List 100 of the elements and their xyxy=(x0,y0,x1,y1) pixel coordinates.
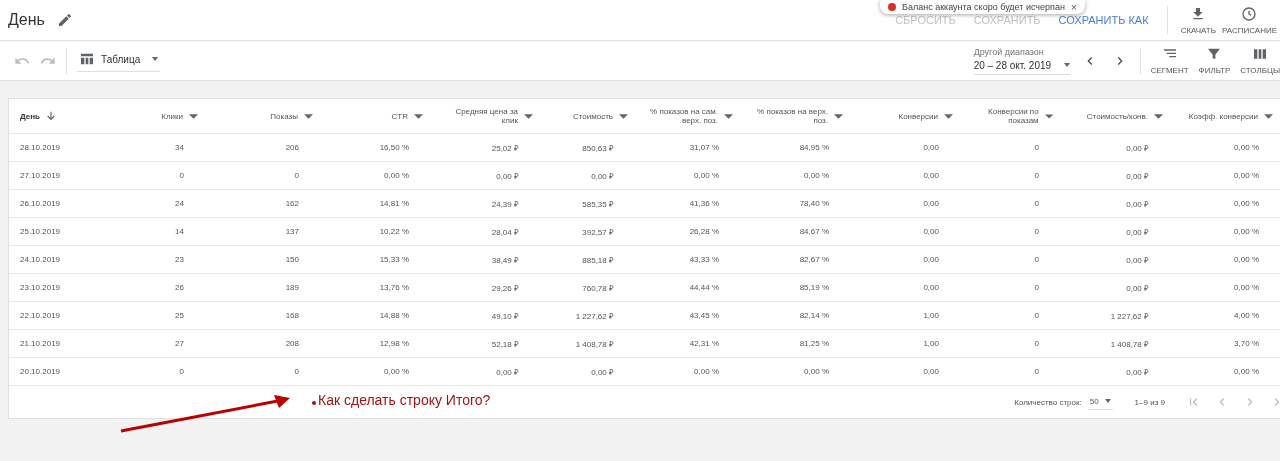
table-cell: 1,00 xyxy=(923,311,939,320)
table-cell-text: 28,04 ₽ xyxy=(491,227,519,237)
columns-icon[interactable] xyxy=(1252,46,1269,62)
table-cell: 0 xyxy=(1034,143,1039,152)
table-cell: 0 xyxy=(1034,339,1039,348)
table-cell: 1,00 xyxy=(923,339,939,348)
table-cell: 23.10.2019 xyxy=(20,283,61,292)
caret-icon[interactable] xyxy=(1264,113,1273,119)
table-cell: 82,67 % xyxy=(799,255,829,264)
columns-button[interactable]: СТОЛБЦЫ xyxy=(1240,46,1280,75)
download-button[interactable]: СКАЧАТЬ xyxy=(1180,5,1216,35)
table-cell: 42,31 % xyxy=(689,339,719,348)
table-cell-text: 0,00 ₽ xyxy=(591,171,614,181)
close-icon[interactable]: × xyxy=(1070,1,1077,13)
table-cell: 20.10.2019 xyxy=(20,367,61,376)
schedule-button[interactable]: РАСПИСАНИЕ xyxy=(1221,5,1277,35)
table-cell: 12,98 % xyxy=(379,339,409,348)
table-cell-text: 0,00 ₽ xyxy=(1126,199,1149,209)
table-cell: 34 xyxy=(175,143,184,152)
column-header[interactable]: Стоимость/конв. xyxy=(1086,111,1148,121)
table-cell: 84,67 % xyxy=(799,227,829,236)
table-cell: 14,88 % xyxy=(379,311,409,320)
caret-icon[interactable] xyxy=(304,113,313,119)
caret-icon[interactable] xyxy=(1044,113,1053,119)
table-cell: 0,00 % xyxy=(384,367,409,376)
table-cell-text: 25,02 ₽ xyxy=(491,143,519,153)
column-header[interactable]: Коэфф. конверсии xyxy=(1188,111,1258,121)
column-header[interactable]: % показов на верх. поз. xyxy=(748,107,828,125)
edit-icon[interactable] xyxy=(56,12,73,28)
column-header[interactable]: Конверсии по показам xyxy=(961,107,1039,125)
table-cell: 43,33 % xyxy=(689,255,719,264)
table-cell: 44,44 % xyxy=(689,283,719,292)
table-cell: 13,76 % xyxy=(379,283,409,292)
action-button[interactable]: СОХРАНИТЬ КАК xyxy=(1056,10,1151,30)
table-cell: 27.10.2019 xyxy=(20,171,61,180)
table-cell: 0,00 % xyxy=(1234,255,1259,264)
table-cell-text: 0,00 ₽ xyxy=(591,367,614,377)
column-header[interactable]: День xyxy=(20,111,40,121)
table-cell: 0,00 % xyxy=(1234,171,1259,180)
column-header[interactable]: Средняя цена за клик xyxy=(438,107,518,125)
clock-icon[interactable] xyxy=(1241,5,1258,22)
table-cell: 10,22 % xyxy=(379,227,409,236)
filter-button[interactable]: ФИЛЬТР xyxy=(1198,46,1231,75)
table-cell: 84,95 % xyxy=(799,143,829,152)
caret-icon[interactable] xyxy=(1154,113,1163,119)
caret-icon[interactable] xyxy=(189,113,198,119)
caret-icon[interactable] xyxy=(414,113,423,119)
table-cell-text: 850,63 ₽ xyxy=(582,143,614,153)
column-header[interactable]: Стоимость xyxy=(572,111,613,121)
date-range-picker[interactable]: Другой диапазон 20 – 28 окт. 2019 xyxy=(973,46,1070,75)
table-cell-text: 52,18 ₽ xyxy=(491,339,519,349)
table-icon[interactable] xyxy=(79,51,95,67)
table-cell: 0 xyxy=(1034,199,1039,208)
column-header[interactable]: Показы xyxy=(270,111,298,121)
table-cell: 0,00 % xyxy=(1234,367,1259,376)
table-cell: 208 xyxy=(285,339,299,348)
table-cell: 0,00 % xyxy=(1234,143,1259,152)
table-cell: 0,00 xyxy=(923,367,939,376)
table-cell-text: 585,35 ₽ xyxy=(582,199,614,209)
table-cell: 26,28 % xyxy=(689,227,719,236)
table-cell: 0 xyxy=(179,171,184,180)
table-cell: 0 xyxy=(294,367,299,376)
table-cell-text: 0,00 ₽ xyxy=(496,367,519,377)
table-cell: 0,00 xyxy=(923,171,939,180)
caret-icon[interactable] xyxy=(834,113,843,119)
table-cell: 0,00 % xyxy=(804,171,829,180)
caret-icon[interactable] xyxy=(724,113,733,119)
column-header[interactable]: % показов на сам. верх. поз. xyxy=(638,107,718,125)
column-header[interactable]: Конверсии xyxy=(898,111,938,121)
rows-per-page-dropdown[interactable]: 50 xyxy=(1087,394,1113,410)
table-cell: 168 xyxy=(285,311,299,320)
sort-arrow-icon[interactable] xyxy=(46,111,56,121)
table-cell: 24 xyxy=(175,199,184,208)
table-cell-text: 0,00 ₽ xyxy=(1126,227,1149,237)
table-cell: 41,36 % xyxy=(689,199,719,208)
table-cell: 21.10.2019 xyxy=(20,339,61,348)
column-header[interactable]: CTR xyxy=(391,111,408,121)
table-cell: 0 xyxy=(1034,255,1039,264)
caret-icon[interactable] xyxy=(944,113,953,119)
table-cell: 16,50 % xyxy=(379,143,409,152)
view-dropdown[interactable]: Таблица xyxy=(77,49,161,72)
table-cell: 26 xyxy=(175,283,184,292)
error-icon xyxy=(888,3,896,11)
table-cell: 0,00 xyxy=(923,227,939,236)
table-cell-text: 0,00 ₽ xyxy=(1126,283,1149,293)
table-cell: 3,70 % xyxy=(1234,339,1259,348)
table-cell: 0,00 xyxy=(923,143,939,152)
rows-per-page-label: Количество строк: xyxy=(1014,397,1082,407)
caret-icon[interactable] xyxy=(619,113,628,119)
table-cell: 0 xyxy=(179,367,184,376)
segment-button[interactable]: СЕГМЕНТ xyxy=(1150,46,1189,75)
column-header[interactable]: Клики xyxy=(161,111,183,121)
table-cell: 0,00 % xyxy=(1234,227,1259,236)
caret-icon[interactable] xyxy=(524,113,533,119)
table-cell-text: 0,00 ₽ xyxy=(1126,171,1149,181)
table-cell: 26.10.2019 xyxy=(20,199,61,208)
table-cell: 0,00 % xyxy=(1234,199,1259,208)
table-cell: 137 xyxy=(285,227,299,236)
table-cell: 85,19 % xyxy=(799,283,829,292)
table-cell: 0 xyxy=(1034,227,1039,236)
